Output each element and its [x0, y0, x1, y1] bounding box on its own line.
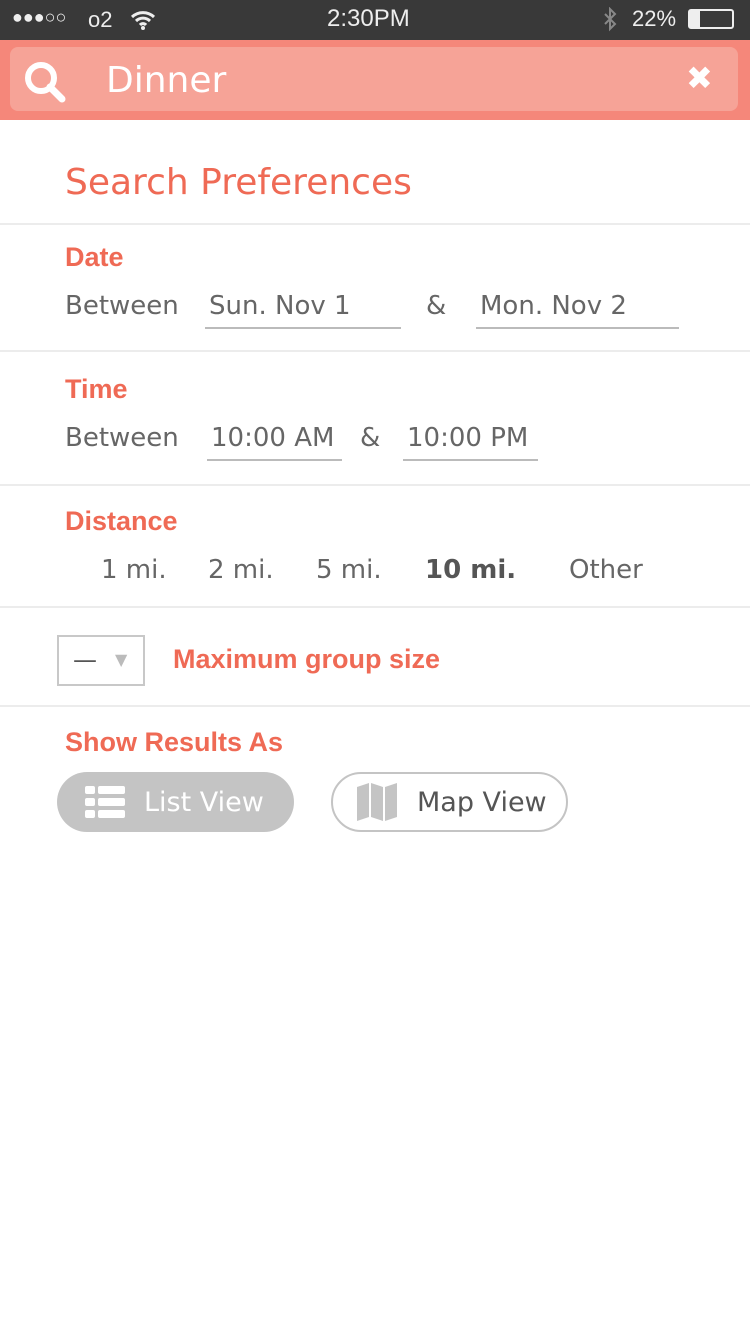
time-between: Between — [65, 423, 179, 453]
date-and: & — [426, 291, 447, 321]
divider — [0, 350, 750, 352]
distance-option-2[interactable]: 2 mi. — [208, 555, 274, 585]
signal-strength: ●●●○○ — [12, 7, 67, 27]
list-icon — [85, 786, 125, 818]
distance-label: Distance — [65, 506, 178, 536]
search-field[interactable]: Dinner ✖ — [10, 47, 738, 111]
distance-option-5[interactable]: 5 mi. — [316, 555, 382, 585]
date-between: Between — [65, 291, 179, 321]
distance-option-other[interactable]: Other — [569, 555, 643, 585]
start-time-field[interactable]: 10:00 AM — [207, 423, 342, 461]
time-and: & — [360, 423, 381, 453]
group-size-label: Maximum group size — [173, 644, 441, 674]
carrier: o2 — [88, 7, 113, 32]
map-icon — [357, 783, 397, 821]
list-view-label: List View — [144, 786, 264, 818]
battery-icon — [688, 9, 734, 29]
map-view-label: Map View — [417, 786, 547, 818]
map-view-button[interactable]: Map View — [331, 772, 568, 832]
wifi-icon — [130, 11, 156, 30]
distance-option-10[interactable]: 10 mi. — [425, 555, 516, 585]
search-input[interactable]: Dinner — [106, 60, 226, 101]
status-bar: ●●●○○ o2 2:30PM 22% — [0, 0, 750, 40]
start-date-field[interactable]: Sun. Nov 1 — [205, 291, 401, 329]
divider — [0, 705, 750, 707]
divider — [0, 484, 750, 486]
time-label: Time — [65, 374, 128, 404]
results-label: Show Results As — [65, 727, 284, 757]
group-size-value: — — [73, 646, 97, 674]
page-title: Search Preferences — [65, 162, 412, 203]
chevron-down-icon: ▼ — [115, 650, 128, 669]
bluetooth-icon — [604, 7, 617, 32]
clear-search-button[interactable]: ✖ — [686, 59, 713, 97]
clock: 2:30PM — [327, 5, 410, 32]
group-size-select[interactable]: — ▼ — [57, 635, 145, 686]
divider — [0, 223, 750, 225]
battery-percent: 22% — [632, 6, 677, 31]
end-time-field[interactable]: 10:00 PM — [403, 423, 538, 461]
list-view-button[interactable]: List View — [57, 772, 294, 832]
date-label: Date — [65, 242, 124, 272]
header: Dinner ✖ — [0, 40, 750, 120]
distance-option-1[interactable]: 1 mi. — [101, 555, 167, 585]
search-icon — [25, 62, 66, 103]
end-date-field[interactable]: Mon. Nov 2 — [476, 291, 679, 329]
divider — [0, 606, 750, 608]
